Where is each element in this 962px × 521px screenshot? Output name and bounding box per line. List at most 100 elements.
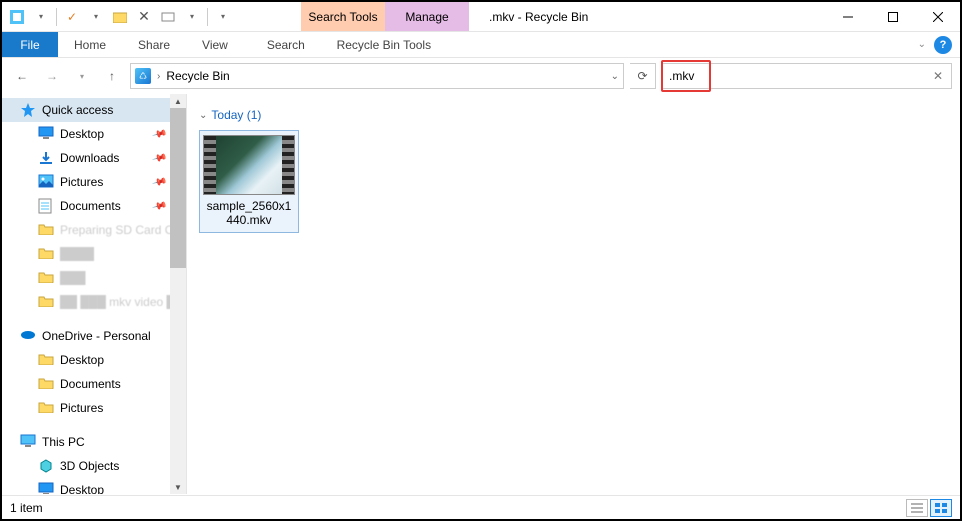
forward-button[interactable]: →: [40, 64, 64, 88]
sidebar-item[interactable]: Desktop: [2, 348, 171, 372]
qat-dropdown-3[interactable]: ▾: [181, 6, 203, 28]
tab-share[interactable]: Share: [122, 32, 186, 57]
documents-icon: [38, 198, 54, 214]
title-bar: ▾ ✓ ▾ ✕ ▾ ▾ Search Tools Manage .mkv - R…: [2, 2, 960, 32]
star-icon: [20, 102, 36, 118]
pin-icon: 📌: [151, 150, 167, 166]
sidebar-item[interactable]: Documents 📌: [2, 194, 171, 218]
sidebar-item[interactable]: Downloads 📌: [2, 146, 171, 170]
folder-icon: [38, 376, 54, 392]
clear-search-icon[interactable]: ✕: [925, 69, 951, 83]
details-view-button[interactable]: [906, 499, 928, 517]
sidebar-item-label: Downloads: [60, 151, 119, 165]
sidebar-item-label: Desktop: [60, 483, 104, 494]
search-input[interactable]: [663, 69, 925, 83]
desktop-icon: [38, 126, 54, 142]
scrollbar-thumb[interactable]: [170, 108, 186, 268]
folder-icon: [38, 294, 54, 310]
search-box[interactable]: ✕: [662, 63, 952, 89]
sidebar-scrollbar[interactable]: ▲ ▼: [170, 94, 186, 494]
sidebar-quick-access[interactable]: Quick access: [2, 98, 171, 122]
sidebar-item[interactable]: ███: [2, 266, 171, 290]
tab-view[interactable]: View: [186, 32, 244, 57]
pictures-icon: [38, 174, 54, 190]
main-area: Quick access Desktop 📌 Downloads 📌 Pictures 📌…: [2, 94, 960, 494]
recent-locations-button[interactable]: ▾: [70, 64, 94, 88]
sidebar-label: This PC: [42, 435, 85, 449]
sidebar-item[interactable]: 3D Objects: [2, 454, 171, 478]
folder-icon: [38, 222, 54, 238]
chevron-down-icon: ⌄: [199, 110, 207, 121]
address-bar[interactable]: ♺ › Recycle Bin ⌄: [130, 63, 624, 89]
new-folder-icon[interactable]: [109, 6, 131, 28]
minimize-button[interactable]: [825, 2, 870, 31]
folder-icon: [38, 352, 54, 368]
large-icons-view-button[interactable]: [930, 499, 952, 517]
breadcrumb-separator-icon: ›: [157, 71, 160, 82]
sidebar-this-pc[interactable]: This PC: [2, 430, 171, 454]
sidebar-item-label: Pictures: [60, 175, 103, 189]
ribbon-collapse-icon[interactable]: ⌄: [918, 39, 926, 50]
sidebar-item[interactable]: Preparing SD Card Check: [2, 218, 171, 242]
help-icon[interactable]: ?: [934, 36, 952, 54]
sidebar-item[interactable]: Desktop 📌: [2, 122, 171, 146]
qat-dropdown-2[interactable]: ▾: [85, 6, 107, 28]
scroll-down-icon[interactable]: ▼: [170, 480, 186, 494]
folder-icon: [38, 246, 54, 262]
address-dropdown-icon[interactable]: ⌄: [611, 71, 619, 82]
context-tab-manage: Manage: [385, 2, 469, 31]
qat-dropdown-1[interactable]: ▾: [30, 6, 52, 28]
app-icon[interactable]: [6, 6, 28, 28]
navigation-pane: Quick access Desktop 📌 Downloads 📌 Pictures 📌…: [2, 94, 187, 494]
status-text: 1 item: [10, 501, 43, 515]
rename-icon[interactable]: [157, 6, 179, 28]
status-bar: 1 item: [2, 495, 960, 519]
sidebar-item-label: Pictures: [60, 401, 103, 415]
properties-icon[interactable]: ✓: [61, 6, 83, 28]
sidebar-item-label: Preparing SD Card Check: [60, 223, 171, 237]
delete-icon[interactable]: ✕: [133, 6, 155, 28]
quick-access-toolbar: ▾ ✓ ▾ ✕ ▾ ▾: [2, 2, 238, 31]
qat-customize-icon[interactable]: ▾: [212, 6, 234, 28]
video-thumbnail: [203, 135, 295, 195]
ribbon-tabs: File Home Share View Search Recycle Bin …: [2, 32, 960, 58]
tab-recycle-bin-tools[interactable]: Recycle Bin Tools: [328, 32, 440, 57]
folder-icon: [38, 270, 54, 286]
scroll-up-icon[interactable]: ▲: [170, 94, 186, 108]
sidebar-item[interactable]: Pictures: [2, 396, 171, 420]
pin-icon: 📌: [151, 198, 167, 214]
sidebar-item-label: ███: [60, 271, 86, 285]
address-text: Recycle Bin: [166, 69, 604, 83]
contextual-tabs: Search Tools Manage: [301, 2, 469, 31]
sidebar-item[interactable]: Documents: [2, 372, 171, 396]
downloads-icon: [38, 150, 54, 166]
3d-icon: [38, 458, 54, 474]
file-item[interactable]: sample_2560x1440.mkv: [199, 130, 299, 233]
close-button[interactable]: [915, 2, 960, 31]
sidebar-item-label: ██ ███ mkv video ██: [60, 295, 171, 309]
up-button[interactable]: ↑: [100, 64, 124, 88]
sidebar-item[interactable]: Desktop: [2, 478, 171, 494]
sidebar-item-label: Documents: [60, 199, 121, 213]
sidebar-item[interactable]: ████: [2, 242, 171, 266]
sidebar-label: Quick access: [42, 103, 113, 117]
tab-home[interactable]: Home: [58, 32, 122, 57]
sidebar-onedrive[interactable]: OneDrive - Personal: [2, 324, 171, 348]
sidebar-item[interactable]: ██ ███ mkv video ██: [2, 290, 171, 314]
recycle-bin-icon: ♺: [135, 68, 151, 84]
pin-icon: 📌: [151, 126, 167, 142]
refresh-button[interactable]: ⟳: [630, 63, 656, 89]
maximize-button[interactable]: [870, 2, 915, 31]
pin-icon: 📌: [151, 174, 167, 190]
content-pane: ⌄ Today (1) sample_2560x1440.mkv: [187, 94, 960, 494]
folder-icon: [38, 400, 54, 416]
sidebar-item-label: Documents: [60, 377, 121, 391]
cloud-icon: [20, 328, 36, 344]
file-tab[interactable]: File: [2, 32, 58, 57]
sidebar-item-label: Desktop: [60, 127, 104, 141]
sidebar-item[interactable]: Pictures 📌: [2, 170, 171, 194]
back-button[interactable]: ←: [10, 64, 34, 88]
group-header[interactable]: ⌄ Today (1): [199, 108, 948, 122]
sidebar-item-label: Desktop: [60, 353, 104, 367]
tab-search[interactable]: Search: [244, 32, 328, 57]
